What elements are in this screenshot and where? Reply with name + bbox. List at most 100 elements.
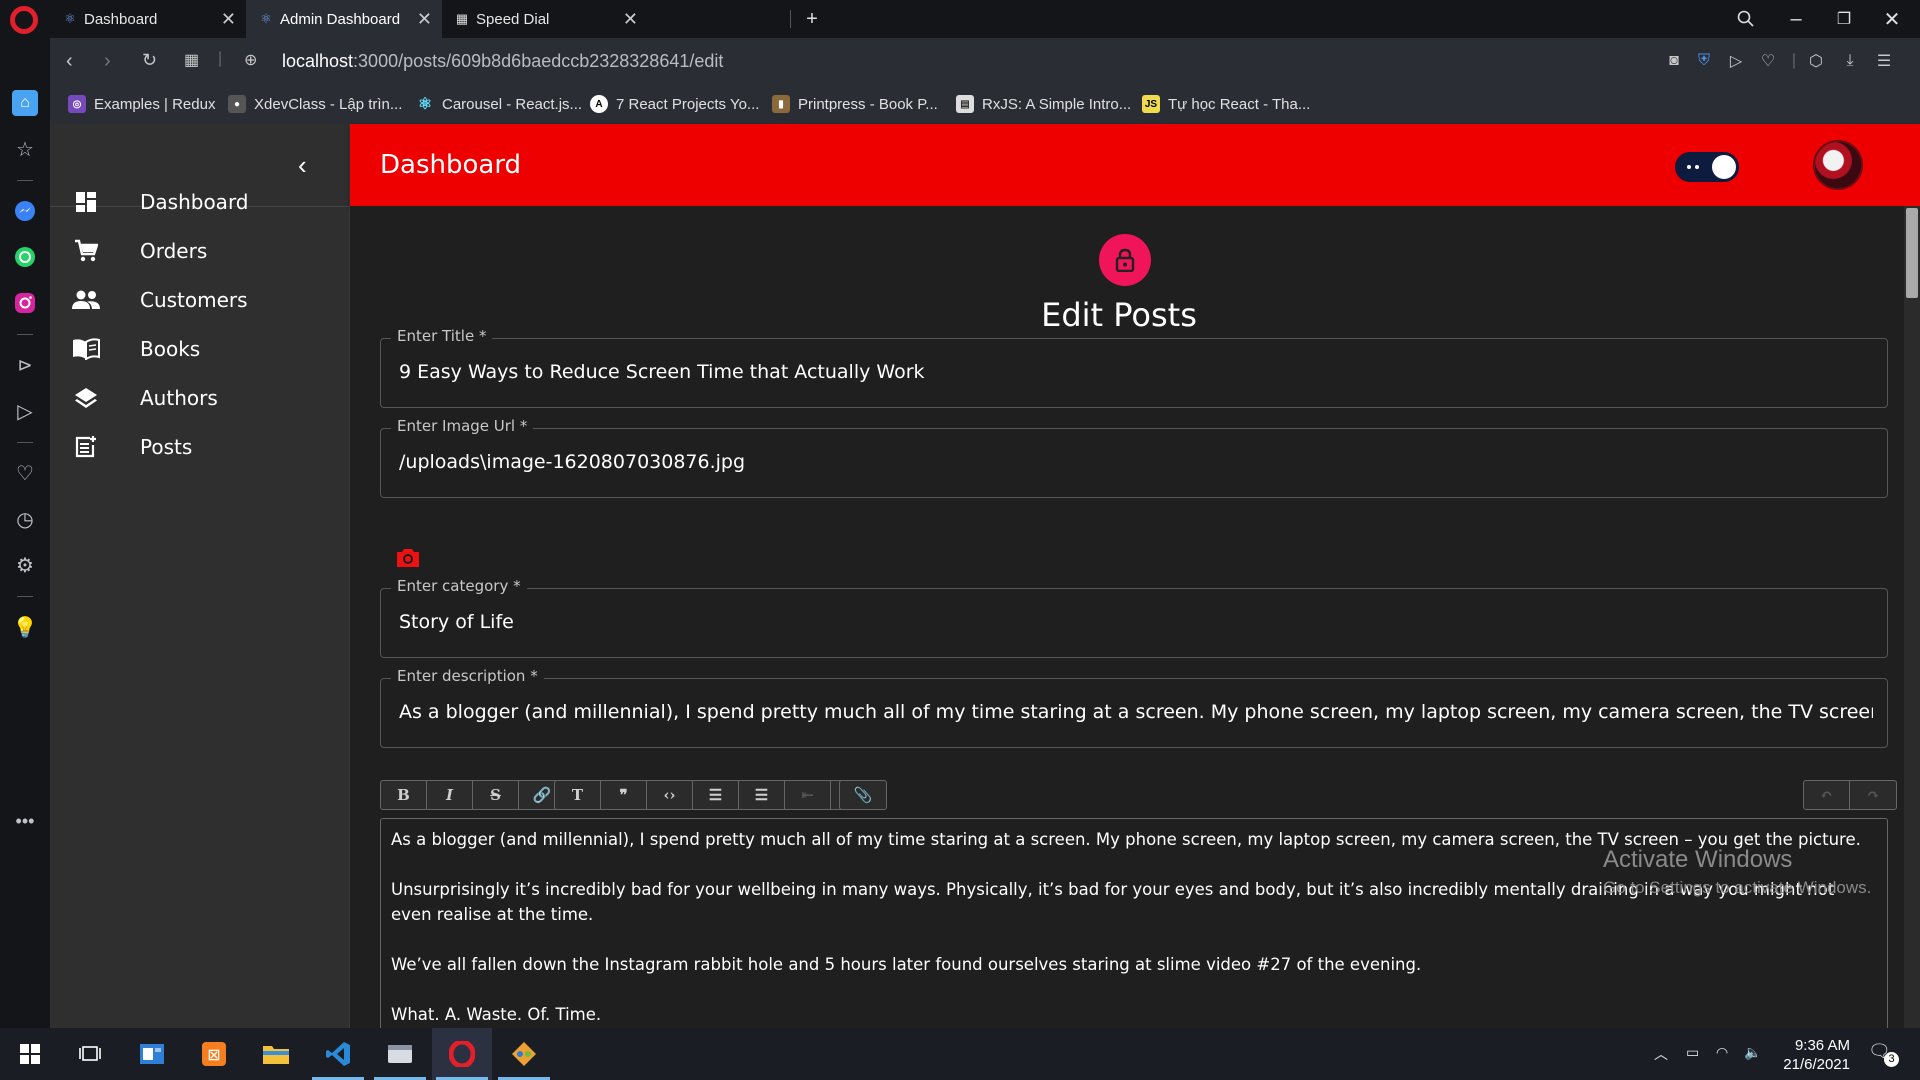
image-url-input[interactable]: /uploads\image-1620807030876.jpg (399, 451, 1873, 473)
bookmark-rxjs[interactable]: ▤ RxJS: A Simple Intro... (956, 95, 1131, 113)
system-clock[interactable]: 9:36 AM 21/6/2021 (1770, 1036, 1850, 1074)
tab-dashboard[interactable]: ⚛ Dashboard ✕ (50, 0, 246, 38)
speed-dial-star-icon[interactable]: ☆ (12, 136, 38, 162)
opera-logo-icon[interactable] (10, 6, 38, 34)
italic-button[interactable]: I (427, 781, 473, 809)
numbered-list-button[interactable]: ☰ (739, 781, 785, 809)
sidebar-item-customers[interactable]: Customers (50, 276, 350, 324)
restore-icon[interactable]: ❐ (1828, 4, 1860, 34)
description-input[interactable]: As a blogger (and millennial), I spend p… (399, 701, 1873, 723)
snapshot-icon[interactable]: ◙ (1664, 51, 1684, 71)
back-icon[interactable]: ‹ (66, 50, 73, 73)
extensions-cube-icon[interactable]: ⬡ (1806, 51, 1826, 71)
more-icon[interactable]: ••• (12, 808, 38, 834)
sidebar-item-authors[interactable]: Authors (50, 374, 350, 422)
strikethrough-button[interactable]: S (473, 781, 519, 809)
sidebar-item-books[interactable]: Books (50, 325, 350, 373)
messenger-icon[interactable] (12, 198, 38, 224)
outdent-button[interactable]: ⇤ (785, 781, 831, 809)
minimize-icon[interactable]: – (1780, 4, 1812, 34)
git-tool-icon[interactable] (494, 1028, 554, 1080)
opera-taskbar-icon[interactable] (432, 1028, 492, 1080)
heart-icon[interactable]: ♡ (12, 460, 38, 486)
title-field[interactable]: Enter Title * 9 Easy Ways to Reduce Scre… (380, 327, 1888, 408)
battery-icon[interactable]: ▭ (1686, 1044, 1699, 1061)
home-icon[interactable]: ⌂ (12, 90, 38, 116)
sidebar-item-label: Orders (140, 239, 208, 263)
title-input[interactable]: 9 Easy Ways to Reduce Screen Time that A… (399, 361, 1873, 383)
close-icon[interactable]: ✕ (417, 9, 432, 30)
xampp-icon[interactable]: ⊠ (184, 1028, 244, 1080)
bookmark-redux[interactable]: ◎ Examples | Redux (68, 95, 215, 113)
camera-icon[interactable] (394, 544, 422, 572)
close-window-icon[interactable]: ✕ (1876, 4, 1908, 34)
search-icon[interactable] (1730, 4, 1762, 34)
bold-button[interactable]: B (381, 781, 427, 809)
app-window-icon[interactable] (370, 1028, 430, 1080)
redo-button[interactable]: ↷ (1850, 781, 1896, 809)
bookmark-label: Carousel - React.js... (442, 95, 583, 113)
scrollbar-thumb[interactable] (1906, 208, 1918, 298)
category-input[interactable]: Story of Life (399, 611, 1873, 633)
instagram-icon[interactable] (12, 290, 38, 316)
volume-icon[interactable]: 🔈 (1744, 1044, 1761, 1061)
lightbulb-icon[interactable]: 💡 (12, 614, 38, 640)
heading-button[interactable]: T (555, 781, 601, 809)
history-clock-icon[interactable]: ◷ (12, 506, 38, 532)
send-icon[interactable]: ▷ (12, 398, 38, 424)
wifi-icon[interactable]: ◠ (1716, 1044, 1728, 1061)
tab-separator (790, 10, 791, 28)
chevron-up-icon[interactable]: ︿ (1654, 1044, 1668, 1064)
page-scrollbar[interactable] (1904, 206, 1920, 1028)
vscode-icon[interactable] (308, 1028, 368, 1080)
sidebar-item-posts[interactable]: Posts (50, 423, 350, 471)
easy-setup-icon[interactable]: ☰ (1874, 51, 1894, 71)
undo-button[interactable]: ↶ (1804, 781, 1850, 809)
bookmark-react-projects[interactable]: A 7 React Projects Yo... (590, 95, 759, 113)
settings-gear-icon[interactable]: ⚙ (12, 552, 38, 578)
bullet-list-button[interactable]: ☰ (693, 781, 739, 809)
bookmark-xdevclass[interactable]: ● XdevClass - Lập trìn... (228, 95, 402, 113)
attach-file-button[interactable]: 📎 (840, 781, 886, 809)
bookmark-carousel[interactable]: ⚛ Carousel - React.js... (416, 95, 583, 114)
new-tab-icon[interactable]: + (796, 4, 828, 34)
bookmark-label: RxJS: A Simple Intro... (982, 95, 1132, 113)
sidebar-separator (17, 596, 33, 597)
outlook-icon[interactable] (122, 1028, 182, 1080)
sidebar-item-dashboard[interactable]: Dashboard (50, 178, 350, 226)
category-field[interactable]: Enter category * Story of Life (380, 577, 1888, 658)
chevron-left-icon[interactable]: ‹ (298, 150, 307, 181)
avatar[interactable] (1813, 140, 1863, 190)
send-icon[interactable]: ▷ (1726, 51, 1746, 71)
theme-toggle[interactable] (1675, 152, 1739, 182)
reload-icon[interactable]: ↻ (142, 50, 157, 71)
download-icon[interactable]: ⤓ (1840, 51, 1860, 71)
quote-button[interactable]: ❞ (601, 781, 647, 809)
url-field[interactable]: localhost:3000/posts/609b8d6baedccb23283… (282, 51, 723, 72)
image-url-field[interactable]: Enter Image Url * /uploads\image-1620807… (380, 417, 1888, 498)
tab-speed-dial[interactable]: ▦ Speed Dial ✕ (442, 0, 792, 38)
sidebar-item-orders[interactable]: Orders (50, 227, 350, 275)
description-field[interactable]: Enter description * As a blogger (and mi… (380, 667, 1888, 748)
code-button[interactable]: ‹› (647, 781, 693, 809)
activate-windows-watermark: Activate Windows Go to Settings to activ… (1603, 846, 1871, 898)
heart-icon[interactable]: ♡ (1758, 51, 1778, 71)
js-icon: JS (1142, 95, 1160, 113)
text-format-toolbar: B I S 🔗 (380, 780, 566, 810)
close-icon[interactable]: ✕ (623, 9, 638, 30)
forward-icon[interactable]: › (104, 50, 111, 73)
whatsapp-icon[interactable] (12, 244, 38, 270)
windows-start-icon[interactable] (0, 1028, 60, 1080)
close-icon[interactable]: ✕ (221, 9, 236, 30)
globe-icon: ⊕ (244, 52, 258, 69)
tab-admin-dashboard[interactable]: ⚛ Admin Dashboard ✕ (246, 0, 442, 38)
lock-icon (1099, 234, 1151, 286)
file-explorer-icon[interactable] (246, 1028, 306, 1080)
player-icon[interactable]: ⊳ (12, 352, 38, 378)
bookmark-tu-hoc-react[interactable]: JS Tự học React - Tha... (1142, 95, 1310, 113)
bookmark-printpress[interactable]: ▮ Printpress - Book P... (772, 95, 938, 113)
vpn-shield-icon[interactable]: ⛨ (1694, 51, 1714, 71)
bookmarks-bar: ◎ Examples | Redux ● XdevClass - Lập trì… (50, 86, 1920, 124)
tabs-overview-icon[interactable]: ▦ (184, 50, 199, 70)
task-view-icon[interactable] (60, 1028, 120, 1080)
